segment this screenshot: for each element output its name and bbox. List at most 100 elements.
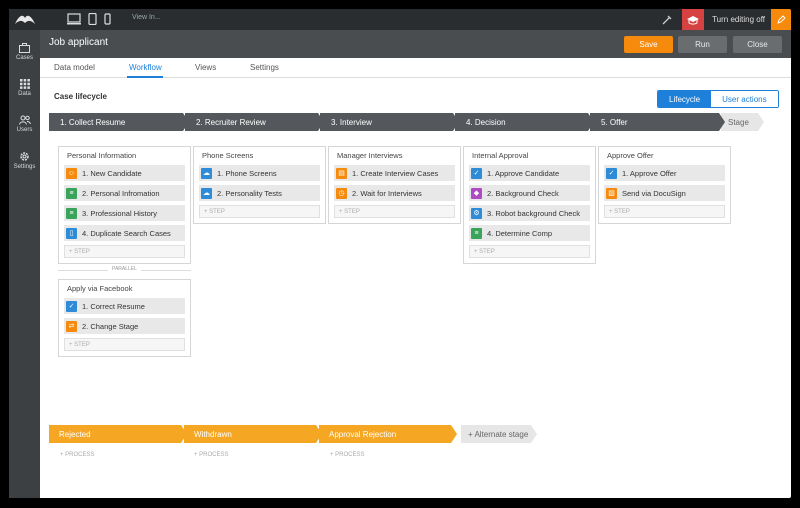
add-stage-button[interactable]: Stage: [721, 113, 764, 131]
process-card: Internal Approval ✓ 1. Approve Candidate …: [463, 146, 596, 264]
stage-collect-resume[interactable]: 1. Collect Resume: [49, 113, 189, 131]
process-title: Apply via Facebook: [67, 284, 133, 293]
alt-stage-approval-rejection[interactable]: Approval Rejection: [319, 425, 457, 443]
add-process-button[interactable]: + PROCESS: [194, 452, 229, 458]
app-logo: [15, 15, 35, 24]
add-alternate-stage-button[interactable]: + Alternate stage: [461, 425, 537, 443]
step-item[interactable]: ☁ 2. Personality Tests: [199, 185, 320, 201]
check-circle-icon: ✓: [66, 300, 77, 312]
active-tab-indicator: [127, 76, 163, 78]
case-lifecycle-heading: Case lifecycle: [54, 92, 107, 101]
process-title: Phone Screens: [202, 151, 254, 160]
lifecycle-toggle[interactable]: Lifecycle: [658, 91, 712, 107]
form-icon: ≡: [66, 207, 77, 219]
form-icon: ≡: [66, 187, 77, 199]
tablet-icon[interactable]: [88, 13, 97, 25]
page-title: Job applicant: [49, 37, 108, 48]
run-button[interactable]: Run: [678, 36, 727, 53]
process-card: Approve Offer ✓ 1. Approve Offer ▧ Send vi…: [598, 146, 731, 224]
step-item[interactable]: ≡ 4. Determine Comp: [469, 225, 590, 241]
process-card: Manager Interviews ▤ 1. Create Interview …: [328, 146, 461, 224]
tab-bar: Data model Workflow Views Settings: [40, 58, 791, 78]
step-item[interactable]: ◆ 2. Background Check: [469, 185, 590, 201]
sidebar-item-settings[interactable]: Settings: [9, 142, 40, 178]
process-title: Personal Information: [67, 151, 137, 160]
step-item[interactable]: ▯ 4. Duplicate Search Cases: [64, 225, 185, 241]
add-step-button[interactable]: + STEP: [469, 245, 590, 258]
step-item[interactable]: ▧ Send via DocuSign: [604, 185, 725, 201]
checkmark-icon: ✓: [606, 167, 617, 179]
step-item[interactable]: ☺ 1. New Candidate: [64, 165, 185, 181]
add-step-button[interactable]: + STEP: [604, 205, 725, 218]
process-title: Manager Interviews: [337, 151, 403, 160]
briefcase-icon: [19, 43, 30, 53]
alt-stage-rejected[interactable]: Rejected: [49, 425, 187, 443]
step-item[interactable]: ▤ 1. Create Interview Cases: [334, 165, 455, 181]
stage-interview[interactable]: 3. Interview: [320, 113, 459, 131]
desktop-icon[interactable]: [67, 13, 81, 25]
graduation-cap-icon[interactable]: [682, 9, 705, 30]
stage-decision[interactable]: 4. Decision: [455, 113, 594, 131]
document-icon: ▯: [66, 227, 77, 239]
view-in-dropdown[interactable]: View In...: [132, 14, 161, 21]
top-bar: View In... Turn editing off: [9, 9, 791, 30]
tab-settings[interactable]: Settings: [250, 63, 279, 72]
gear-icon: [20, 151, 29, 161]
step-item[interactable]: ✓ 1. Correct Resume: [64, 298, 185, 314]
grid-icon: [19, 79, 30, 89]
step-item[interactable]: ◷ 2. Wait for Interviews: [334, 185, 455, 201]
turn-editing-off-button[interactable]: Turn editing off: [712, 15, 765, 24]
add-step-button[interactable]: + STEP: [199, 205, 320, 218]
cloud-icon: ☁: [201, 167, 212, 179]
step-item[interactable]: ≡ 2. Personal Infromation: [64, 185, 185, 201]
add-process-button[interactable]: + PROCESS: [60, 452, 95, 458]
sidebar: Cases Data Users Settings: [9, 30, 40, 498]
app-window: View In... Turn editing off Cases Data U…: [9, 9, 791, 498]
tab-data-model[interactable]: Data model: [54, 63, 95, 72]
cloud-icon: ☁: [201, 187, 212, 199]
robot-icon: ⚙: [471, 207, 482, 219]
phone-icon[interactable]: [104, 13, 111, 25]
save-button[interactable]: Save: [624, 36, 673, 53]
checkmark-icon: ✓: [471, 167, 482, 179]
close-button[interactable]: Close: [733, 36, 782, 53]
process-card: Apply via Facebook ✓ 1. Correct Resume ⇄ 2…: [58, 279, 191, 357]
process-title: Approve Offer: [607, 151, 654, 160]
step-item[interactable]: ≡ 3. Professional History: [64, 205, 185, 221]
pencil-icon[interactable]: [771, 9, 791, 30]
tools-icon[interactable]: [660, 13, 674, 27]
docusign-icon: ▧: [606, 187, 617, 199]
step-item[interactable]: ⇄ 2. Change Stage: [64, 318, 185, 334]
stage-recruiter-review[interactable]: 2. Recruiter Review: [185, 113, 324, 131]
parallel-divider: PARALLEL: [58, 266, 191, 274]
add-step-button[interactable]: + STEP: [334, 205, 455, 218]
briefcase-icon: ▤: [336, 167, 347, 179]
user-actions-toggle[interactable]: User actions: [711, 91, 778, 107]
workflow-canvas: Case lifecycle Lifecycle User actions 1.…: [40, 79, 791, 498]
step-item[interactable]: ⚙ 3. Robot background Check: [469, 205, 590, 221]
sidebar-item-data[interactable]: Data: [9, 70, 40, 106]
step-item[interactable]: ☁ 1. Phone Screens: [199, 165, 320, 181]
tab-workflow[interactable]: Workflow: [129, 63, 162, 72]
change-stage-icon: ⇄: [66, 320, 77, 332]
add-step-button[interactable]: + STEP: [64, 338, 185, 351]
add-stage-label: Stage: [728, 117, 749, 127]
sidebar-item-cases[interactable]: Cases: [9, 34, 40, 70]
step-item[interactable]: ✓ 1. Approve Candidate: [469, 165, 590, 181]
diamond-icon: ◆: [471, 187, 482, 199]
add-step-button[interactable]: + STEP: [64, 245, 185, 258]
sidebar-item-users[interactable]: Users: [9, 106, 40, 142]
tab-views[interactable]: Views: [195, 63, 216, 72]
header-bar: Job applicant Save Run Close: [40, 30, 791, 58]
view-toggle: Lifecycle User actions: [657, 90, 779, 108]
stage-offer[interactable]: 5. Offer: [590, 113, 725, 131]
step-item[interactable]: ✓ 1. Approve Offer: [604, 165, 725, 181]
form-icon: ≡: [471, 227, 482, 239]
clock-icon: ◷: [336, 187, 347, 199]
users-icon: [18, 115, 31, 125]
add-process-button[interactable]: + PROCESS: [330, 452, 365, 458]
parallel-label: PARALLEL: [108, 266, 141, 272]
alt-stage-withdrawn[interactable]: Withdrawn: [184, 425, 322, 443]
process-card: Phone Screens ☁ 1. Phone Screens ☁ 2. Pers…: [193, 146, 326, 224]
user-icon: ☺: [66, 167, 77, 179]
